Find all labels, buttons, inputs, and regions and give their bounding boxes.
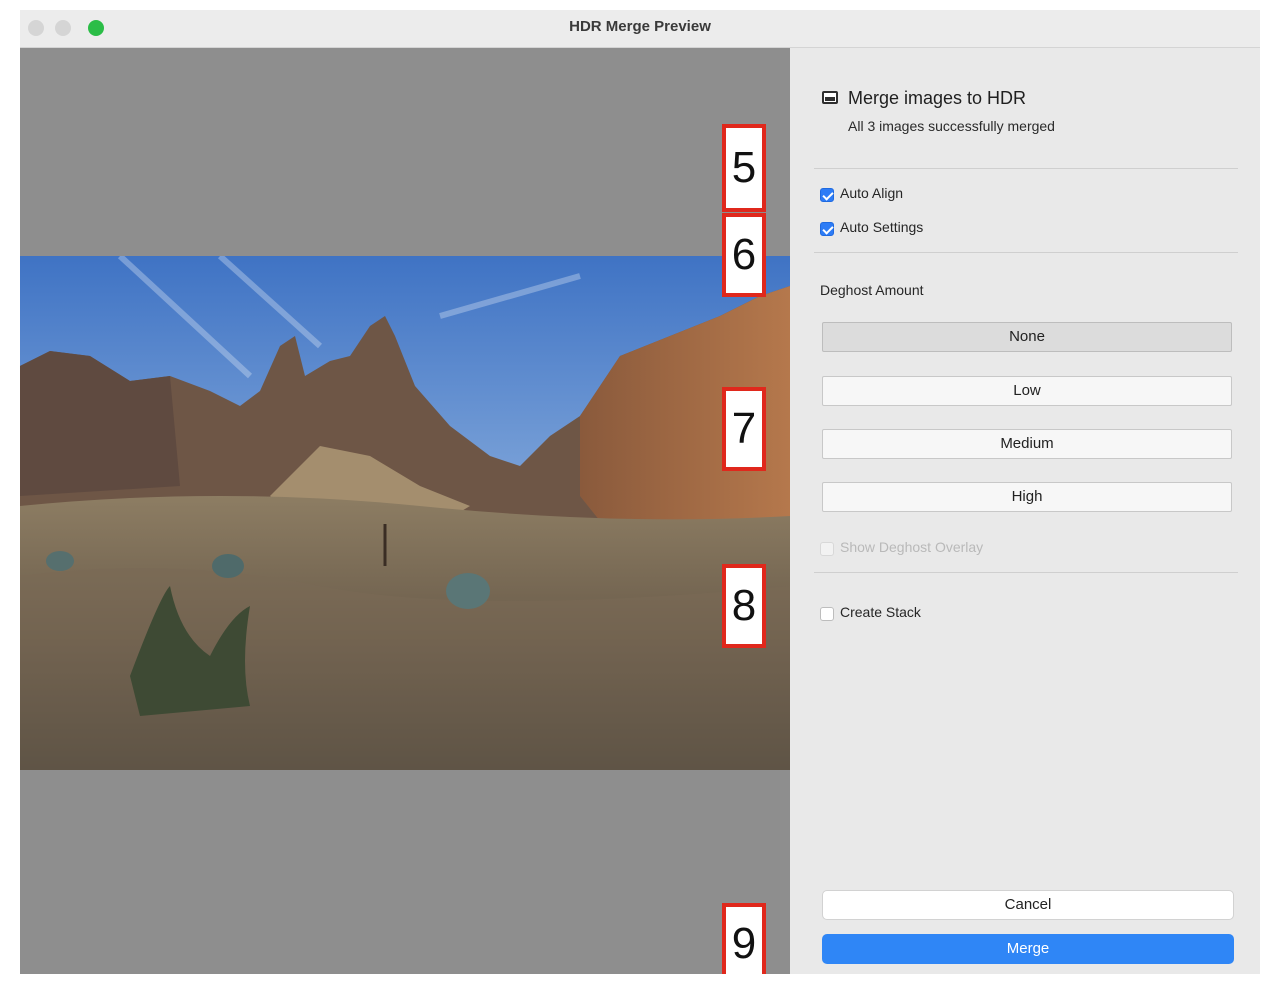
auto-settings-checkbox[interactable] bbox=[820, 222, 834, 236]
divider bbox=[814, 252, 1238, 253]
auto-align-label: Auto Align bbox=[840, 185, 904, 201]
auto-settings-label: Auto Settings bbox=[840, 219, 924, 235]
image-icon bbox=[822, 91, 838, 104]
hdr-merge-window: HDR Merge Preview Merge images to HDR Al… bbox=[20, 10, 1260, 974]
show-deghost-overlay-checkbox bbox=[820, 542, 834, 556]
hdr-preview-image bbox=[20, 256, 790, 770]
preview-area bbox=[20, 48, 790, 974]
title-bar: HDR Merge Preview bbox=[20, 10, 1260, 48]
callout-6: 6 bbox=[722, 213, 766, 297]
callout-7: 7 bbox=[722, 387, 766, 471]
deghost-medium-button[interactable]: Medium bbox=[822, 429, 1232, 459]
cancel-button[interactable]: Cancel bbox=[822, 890, 1234, 920]
callout-9: 9 bbox=[722, 903, 766, 974]
divider bbox=[814, 572, 1238, 573]
auto-align-checkbox[interactable] bbox=[820, 188, 834, 202]
merge-button[interactable]: Merge bbox=[822, 934, 1234, 964]
deghost-high-button[interactable]: High bbox=[822, 482, 1232, 512]
show-deghost-overlay-label: Show Deghost Overlay bbox=[840, 539, 984, 555]
settings-panel: Merge images to HDR All 3 images success… bbox=[790, 48, 1260, 974]
create-stack-checkbox[interactable] bbox=[820, 607, 834, 621]
merge-status-text: All 3 images successfully merged bbox=[848, 118, 1055, 134]
callout-5: 5 bbox=[722, 124, 766, 212]
panel-heading: Merge images to HDR bbox=[848, 88, 1027, 108]
window-title: HDR Merge Preview bbox=[569, 18, 711, 35]
deghost-low-button[interactable]: Low bbox=[822, 376, 1232, 406]
create-stack-label: Create Stack bbox=[840, 604, 921, 620]
divider bbox=[814, 168, 1238, 169]
callout-8: 8 bbox=[722, 564, 766, 648]
deghost-none-button[interactable]: None bbox=[822, 322, 1232, 352]
deghost-amount-label: Deghost Amount bbox=[820, 282, 924, 298]
